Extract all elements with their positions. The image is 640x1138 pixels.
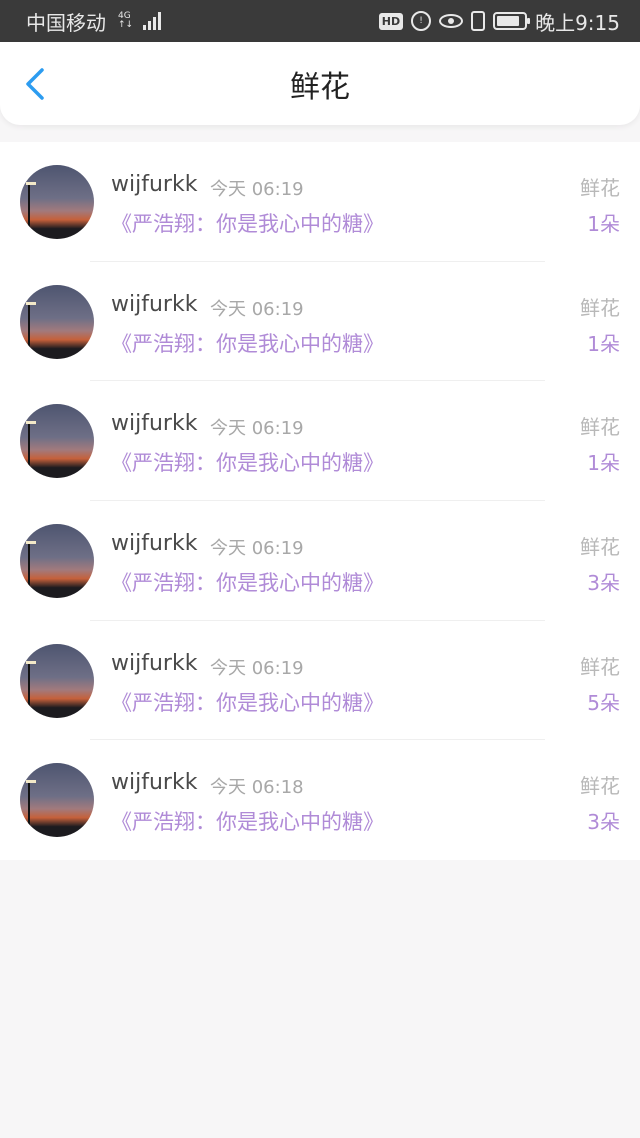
list-item[interactable]: wijfurkk 今天 06:19 《严浩翔：你是我心中的糖》 鲜花 5朵 — [0, 621, 640, 741]
gift-count: 1朵 — [587, 331, 620, 356]
book-title[interactable]: 《严浩翔：你是我心中的糖》 — [111, 447, 384, 477]
username: wijfurkk — [111, 650, 198, 676]
list-item[interactable]: wijfurkk 今天 06:19 《严浩翔：你是我心中的糖》 鲜花 3朵 — [0, 501, 640, 621]
gift-label: 鲜花 — [580, 774, 620, 799]
gift-label: 鲜花 — [580, 295, 620, 320]
gift-count: 1朵 — [587, 212, 620, 236]
gift-count: 5朵 — [587, 690, 620, 715]
book-title[interactable]: 《严浩翔：你是我心中的糖》 — [111, 208, 384, 238]
timestamp: 今天 06:18 — [210, 777, 304, 799]
back-arrow-icon[interactable] — [18, 64, 58, 104]
gift-count: 3朵 — [587, 810, 620, 835]
avatar[interactable] — [20, 643, 94, 718]
hd-icon: HD — [378, 12, 404, 30]
flower-gift-list: wijfurkk 今天 06:19 《严浩翔：你是我心中的糖》 鲜花 1朵 wi… — [0, 142, 640, 860]
page-title: 鲜花 — [290, 69, 350, 105]
username: wijfurkk — [111, 291, 198, 317]
alert-circle-icon: ! — [411, 11, 432, 31]
book-title[interactable]: 《严浩翔：你是我心中的糖》 — [111, 328, 384, 358]
carrier-name: 中国移动 — [26, 10, 106, 35]
battery-icon — [493, 12, 531, 30]
book-title[interactable]: 《严浩翔：你是我心中的糖》 — [111, 687, 384, 717]
gift-count: 3朵 — [587, 571, 620, 596]
gift-count: 1朵 — [587, 451, 620, 476]
clock: 晚上9:15 — [535, 10, 620, 35]
timestamp: 今天 06:19 — [210, 657, 304, 679]
avatar[interactable] — [20, 524, 94, 599]
username: wijfurkk — [111, 770, 198, 796]
list-item[interactable]: wijfurkk 今天 06:19 《严浩翔：你是我心中的糖》 鲜花 1朵 — [0, 262, 640, 382]
gift-label: 鲜花 — [580, 654, 620, 679]
avatar[interactable] — [20, 284, 94, 359]
timestamp: 今天 06:19 — [210, 538, 304, 560]
avatar[interactable] — [20, 404, 94, 479]
avatar[interactable] — [20, 763, 94, 838]
status-bar: 中国移动 4G ↑↓ HD ! 晚上9:15 — [0, 0, 640, 42]
signal-icon — [143, 12, 162, 30]
status-right: HD ! 晚上9:15 — [378, 7, 620, 36]
avatar[interactable] — [20, 165, 94, 239]
username: wijfurkk — [111, 531, 198, 557]
book-title[interactable]: 《严浩翔：你是我心中的糖》 — [111, 567, 384, 597]
timestamp: 今天 06:19 — [210, 418, 304, 440]
eye-icon — [439, 14, 464, 28]
username: wijfurkk — [111, 411, 198, 437]
list-item[interactable]: wijfurkk 今天 06:19 《严浩翔：你是我心中的糖》 鲜花 1朵 — [0, 142, 640, 262]
username: wijfurkk — [111, 172, 198, 197]
book-title[interactable]: 《严浩翔：你是我心中的糖》 — [111, 806, 384, 836]
header-bar: 鲜花 — [0, 42, 640, 125]
vibrate-icon — [471, 11, 486, 31]
timestamp: 今天 06:19 — [210, 298, 304, 320]
list-item[interactable]: wijfurkk 今天 06:18 《严浩翔：你是我心中的糖》 鲜花 3朵 — [0, 740, 640, 860]
timestamp: 今天 06:19 — [210, 179, 304, 200]
gift-label: 鲜花 — [580, 415, 620, 440]
gift-label: 鲜花 — [580, 176, 620, 200]
list-item[interactable]: wijfurkk 今天 06:19 《严浩翔：你是我心中的糖》 鲜花 1朵 — [0, 381, 640, 502]
network-type-icon: 4G ↑↓ — [118, 11, 134, 30]
status-left: 中国移动 4G ↑↓ — [26, 7, 162, 36]
gift-label: 鲜花 — [580, 535, 620, 560]
